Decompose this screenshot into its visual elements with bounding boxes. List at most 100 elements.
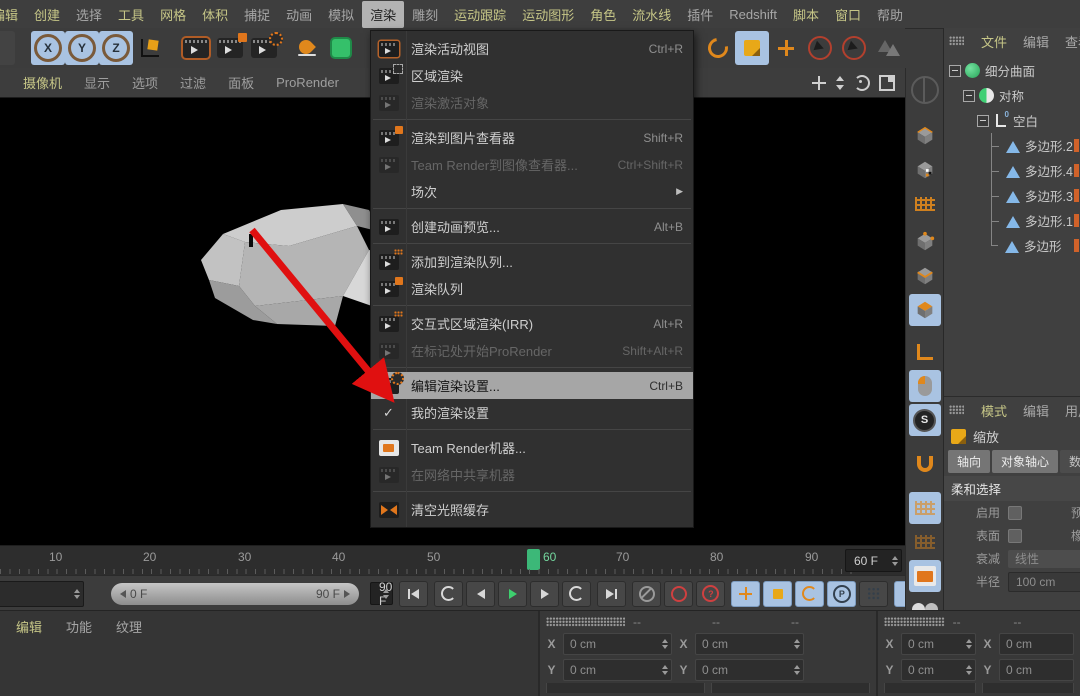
spinner-icon[interactable]	[662, 665, 668, 675]
om-menu-view[interactable]: 查看	[1058, 32, 1080, 51]
snap-settings-button[interactable]: S	[909, 404, 941, 436]
record-scale-toggle[interactable]	[763, 581, 792, 607]
playhead[interactable]	[527, 549, 540, 570]
menu-snap[interactable]: 捕捉	[236, 1, 278, 28]
previous-frame-button[interactable]	[466, 581, 495, 607]
texture-tag-icon[interactable]	[1074, 139, 1079, 152]
play-button[interactable]	[498, 581, 527, 607]
material-menu-function[interactable]: 功能	[66, 617, 92, 636]
enable-snap-button[interactable]	[909, 448, 941, 480]
tree-item-polygon-1[interactable]: 多边形.1	[944, 208, 1080, 233]
autokey-button[interactable]	[664, 581, 693, 607]
range-left-arrow-icon[interactable]	[120, 590, 126, 598]
viewport-menu-panel[interactable]: 面板	[217, 73, 265, 92]
snap-cursor-b-button[interactable]	[837, 31, 871, 65]
coordinate-input[interactable]: 0 cm	[695, 659, 804, 681]
grip-icon[interactable]	[949, 36, 964, 46]
viewport-menu-options[interactable]: 选项	[121, 73, 169, 92]
rotate-view-icon[interactable]	[854, 75, 870, 91]
menu-item-flush-illumination-cache[interactable]: 清空光照缓存	[371, 496, 693, 523]
am-menu-mode[interactable]: 模式	[974, 401, 1014, 420]
viewport-menu-camera[interactable]: 摄像机	[12, 73, 73, 92]
viewport-menu-prorender[interactable]: ProRender	[265, 75, 350, 90]
radius-input[interactable]: 100 cm	[1008, 572, 1080, 592]
timeline-ruler[interactable]: 10 20 30 40 50 60 70 80 90 60 F	[0, 545, 905, 576]
subdivision-surface-button[interactable]	[324, 31, 358, 65]
spinner-icon[interactable]	[794, 639, 800, 649]
menu-redshift[interactable]: Redshift	[721, 3, 785, 26]
material-menu-edit[interactable]: 编辑	[16, 617, 42, 636]
menu-item-add-to-render-queue[interactable]: 添加到渲染队列...	[371, 248, 693, 275]
viewport-menu-filter[interactable]: 过滤	[169, 73, 217, 92]
model-mode-button[interactable]	[909, 120, 941, 152]
menu-render[interactable]: 渲染	[362, 1, 404, 28]
lock-z-axis-button[interactable]: Z	[99, 31, 133, 65]
tab-axis[interactable]: 轴向	[948, 450, 990, 473]
locked-workplane-button[interactable]	[909, 492, 941, 524]
menu-plugins[interactable]: 插件	[679, 1, 721, 28]
menu-mesh[interactable]: 网格	[152, 1, 194, 28]
spinner-icon[interactable]	[966, 639, 972, 649]
menu-item-team-render-to-picture-viewer[interactable]: Team Render到图像查看器... Ctrl+Shift+R	[371, 151, 693, 178]
menu-item-render-active-objects[interactable]: 渲染激活对象	[371, 89, 693, 116]
move-button[interactable]	[769, 31, 803, 65]
play-backwards-button[interactable]	[434, 581, 463, 607]
workplane-grid-button[interactable]	[909, 188, 941, 220]
content-browser-button[interactable]	[909, 560, 941, 592]
coordinate-input[interactable]: 0 cm	[901, 659, 976, 681]
pan-view-icon[interactable]	[812, 76, 826, 90]
tree-item-polygon-2[interactable]: 多边形.2	[944, 133, 1080, 158]
menu-create[interactable]: 创建	[26, 1, 68, 28]
menu-item-start-prorender-at-marker[interactable]: 在标记处开始ProRender Shift+Alt+R	[371, 337, 693, 364]
frame-step-field[interactable]	[0, 581, 84, 607]
goto-start-button[interactable]	[399, 581, 428, 607]
coordinate-input[interactable]: 0 cm	[999, 659, 1074, 681]
tree-item-polygon[interactable]: 多边形	[944, 233, 1080, 258]
tab-object-axis[interactable]: 对象轴心	[992, 450, 1058, 473]
am-menu-edit[interactable]: 编辑	[1016, 401, 1056, 420]
coordinate-input[interactable]: 0 cm	[999, 633, 1074, 655]
spinner-icon[interactable]	[794, 665, 800, 675]
menu-item-render-queue[interactable]: 渲染队列	[371, 275, 693, 302]
record-position-toggle[interactable]	[731, 581, 760, 607]
menu-character[interactable]: 角色	[582, 1, 624, 28]
texture-tag-icon[interactable]	[1074, 214, 1079, 227]
goto-end-button[interactable]	[597, 581, 626, 607]
menu-select[interactable]: 选择	[68, 1, 110, 28]
menu-animate[interactable]: 动画	[278, 1, 320, 28]
snap-cursor-a-button[interactable]	[803, 31, 837, 65]
render-to-picture-viewer-button[interactable]	[213, 31, 247, 65]
tree-item-polygon-4[interactable]: 多边形.4	[944, 158, 1080, 183]
grip-icon[interactable]	[949, 405, 964, 415]
render-view-button[interactable]	[179, 31, 213, 65]
record-pla-toggle[interactable]	[859, 581, 888, 607]
grip-icon[interactable]	[884, 617, 945, 627]
menu-item-share-machine-over-network[interactable]: 在网络中共享机器	[371, 461, 693, 488]
texture-mode-button[interactable]	[909, 154, 941, 186]
menu-item-render-to-picture-viewer[interactable]: 渲染到图片查看器 Shift+R	[371, 124, 693, 151]
next-frame-button[interactable]	[530, 581, 559, 607]
points-mode-button[interactable]	[909, 226, 941, 258]
rotate-workplane-mode-button[interactable]	[909, 526, 941, 558]
am-menu-user[interactable]: 用户	[1058, 401, 1080, 420]
record-rotation-toggle[interactable]	[795, 581, 824, 607]
lock-x-axis-button[interactable]: X	[31, 31, 65, 65]
spinner-icon[interactable]	[662, 639, 668, 649]
enable-checkbox[interactable]	[1008, 506, 1022, 520]
menu-mograph[interactable]: 运动图形	[514, 1, 582, 28]
toggle-view-icon[interactable]	[879, 75, 895, 91]
spinner-icon[interactable]	[74, 589, 80, 599]
menu-pipeline[interactable]: 流水线	[624, 1, 679, 28]
material-menu-texture[interactable]: 纹理	[116, 617, 142, 636]
spinner-icon[interactable]	[966, 665, 972, 675]
rotate-workplane-button[interactable]	[701, 31, 735, 65]
menu-script[interactable]: 脚本	[785, 1, 827, 28]
coordinate-input[interactable]: 0 cm	[563, 633, 672, 655]
polygons-mode-button[interactable]	[909, 294, 941, 326]
lock-y-axis-button[interactable]: Y	[65, 31, 99, 65]
menu-help[interactable]: 帮助	[869, 1, 911, 28]
menu-item-edit-render-settings[interactable]: 编辑渲染设置... Ctrl+B	[371, 372, 693, 399]
tree-item-polygon-3[interactable]: 多边形.3	[944, 183, 1080, 208]
menu-window[interactable]: 窗口	[827, 1, 869, 28]
end-frame-field[interactable]: 90 F	[370, 582, 393, 605]
